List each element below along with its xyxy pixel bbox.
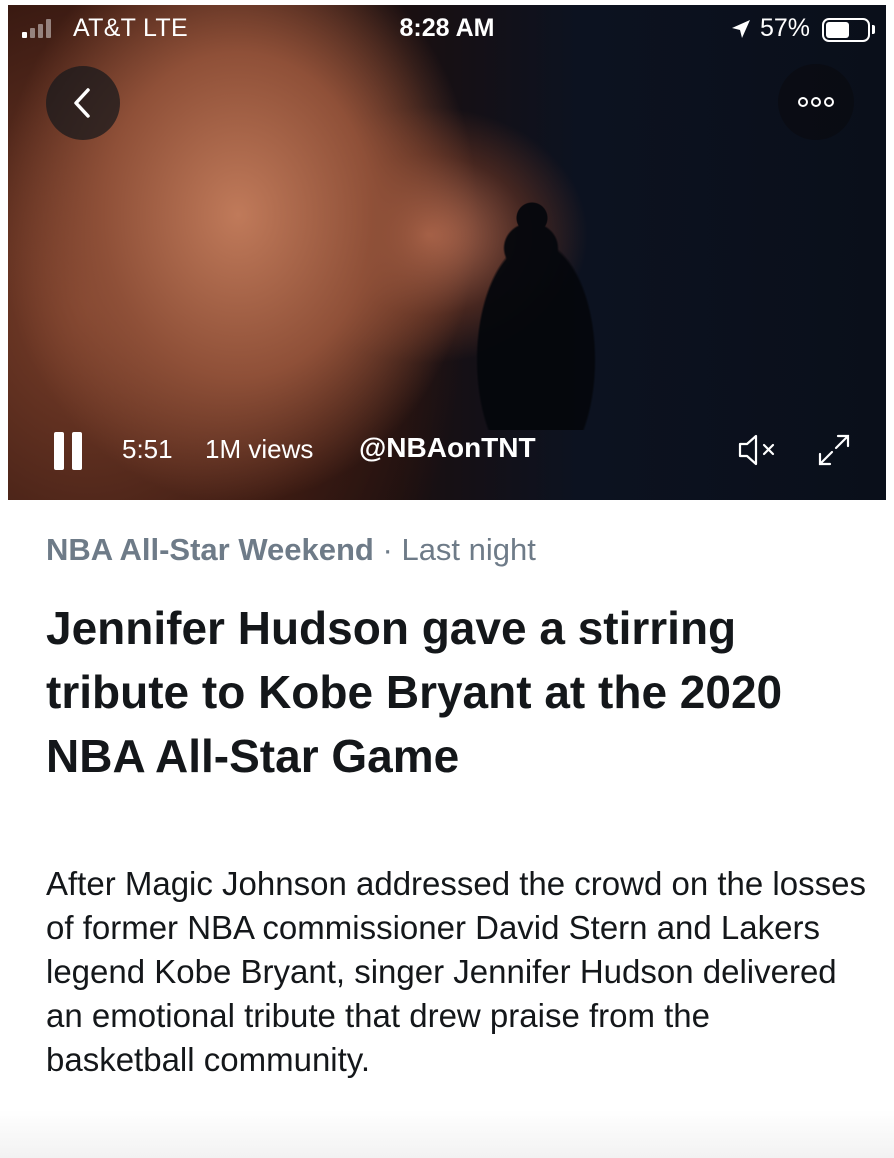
article-category-link[interactable]: NBA All-Star Weekend xyxy=(46,532,374,567)
article-meta: NBA All-Star Weekend · Last night xyxy=(46,532,536,568)
video-controls: 5:51 1M views @NBAonTNT xyxy=(8,420,886,480)
pause-icon xyxy=(54,432,64,470)
status-bar: AT&T LTE 8:28 AM 57% xyxy=(0,5,894,51)
battery-tip xyxy=(872,25,875,34)
article-summary: After Magic Johnson addressed the crowd … xyxy=(46,865,866,1078)
view-count: 1M views xyxy=(205,434,314,464)
video-duration: 5:51 xyxy=(122,434,173,464)
meta-separator: · xyxy=(382,532,393,567)
more-options-button[interactable] xyxy=(778,64,854,140)
bottom-fade xyxy=(0,1110,894,1158)
article-headline[interactable]: Jennifer Hudson gave a stirring tribute … xyxy=(46,596,856,788)
back-button[interactable] xyxy=(46,66,120,140)
pause-button[interactable] xyxy=(54,432,84,470)
battery-icon xyxy=(822,18,870,42)
battery-percent: 57% xyxy=(760,14,811,42)
speaker-muted-icon[interactable] xyxy=(736,430,786,470)
performer-silhouette xyxy=(476,200,596,430)
article-time: Last night xyxy=(401,532,536,567)
expand-icon[interactable] xyxy=(814,430,854,470)
chevron-left-icon xyxy=(74,88,90,118)
pause-icon-bar xyxy=(72,432,82,470)
location-arrow-icon xyxy=(732,20,750,38)
source-handle-link[interactable]: @NBAonTNT xyxy=(359,432,536,464)
more-horizontal-icon xyxy=(798,97,834,107)
